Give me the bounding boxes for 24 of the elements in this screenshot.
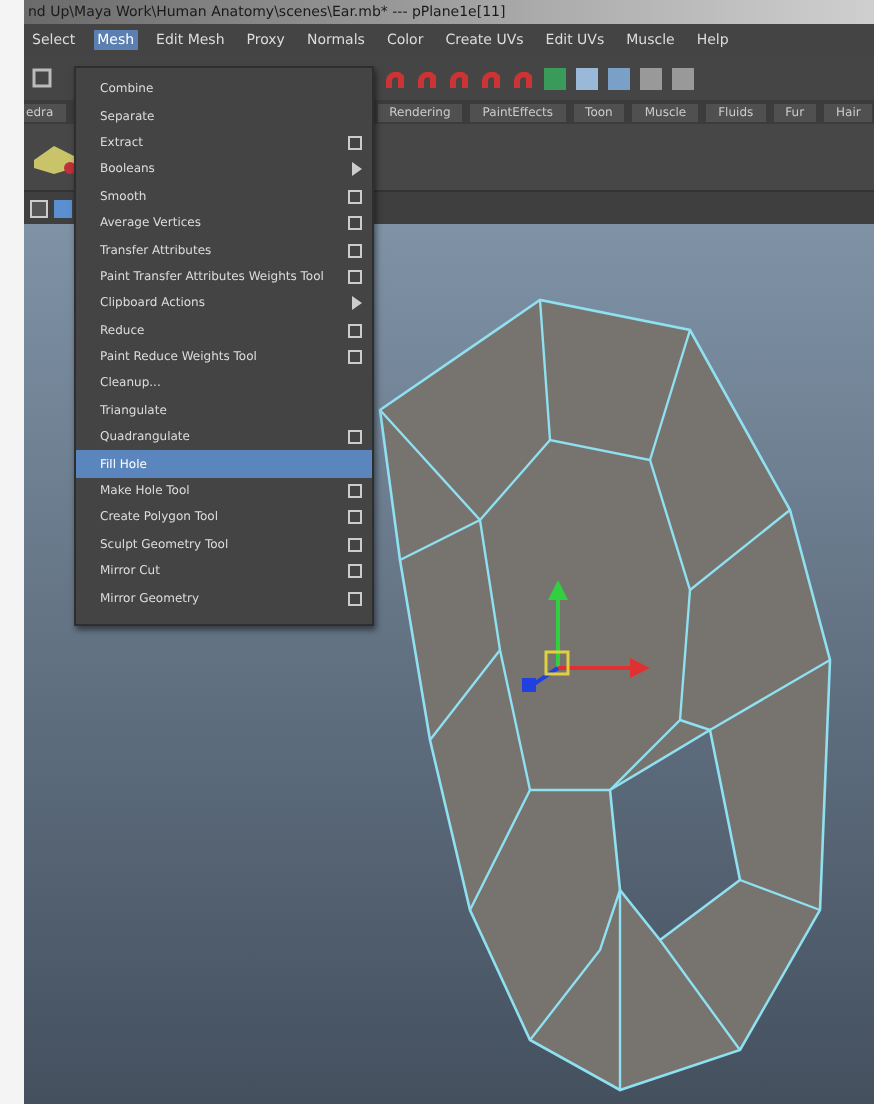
option-box-icon	[348, 537, 362, 552]
grid-icon[interactable]	[32, 68, 52, 88]
option-box-icon	[348, 430, 362, 445]
option-box-icon	[348, 216, 362, 231]
submenu-arrow-icon	[352, 296, 362, 311]
option-box-icon	[348, 484, 362, 499]
window-icon[interactable]	[606, 65, 632, 91]
small-square-icon[interactable]	[670, 65, 696, 91]
tile-icon[interactable]	[542, 65, 568, 91]
option-box-icon	[348, 269, 362, 284]
small-square-icon[interactable]	[638, 65, 664, 91]
camera-icon[interactable]	[30, 199, 48, 217]
square-icon[interactable]	[54, 199, 72, 217]
move-manipulator-icon[interactable]	[522, 580, 650, 692]
option-box-icon	[348, 564, 362, 579]
option-box-icon	[348, 189, 362, 204]
document-icon[interactable]	[574, 65, 600, 91]
option-box-icon	[348, 323, 362, 338]
option-box-icon	[348, 591, 362, 606]
option-box-icon	[348, 243, 362, 258]
option-box-icon	[348, 510, 362, 525]
option-box-icon	[348, 135, 362, 150]
submenu-arrow-icon	[352, 162, 362, 177]
option-box-icon	[348, 350, 362, 365]
